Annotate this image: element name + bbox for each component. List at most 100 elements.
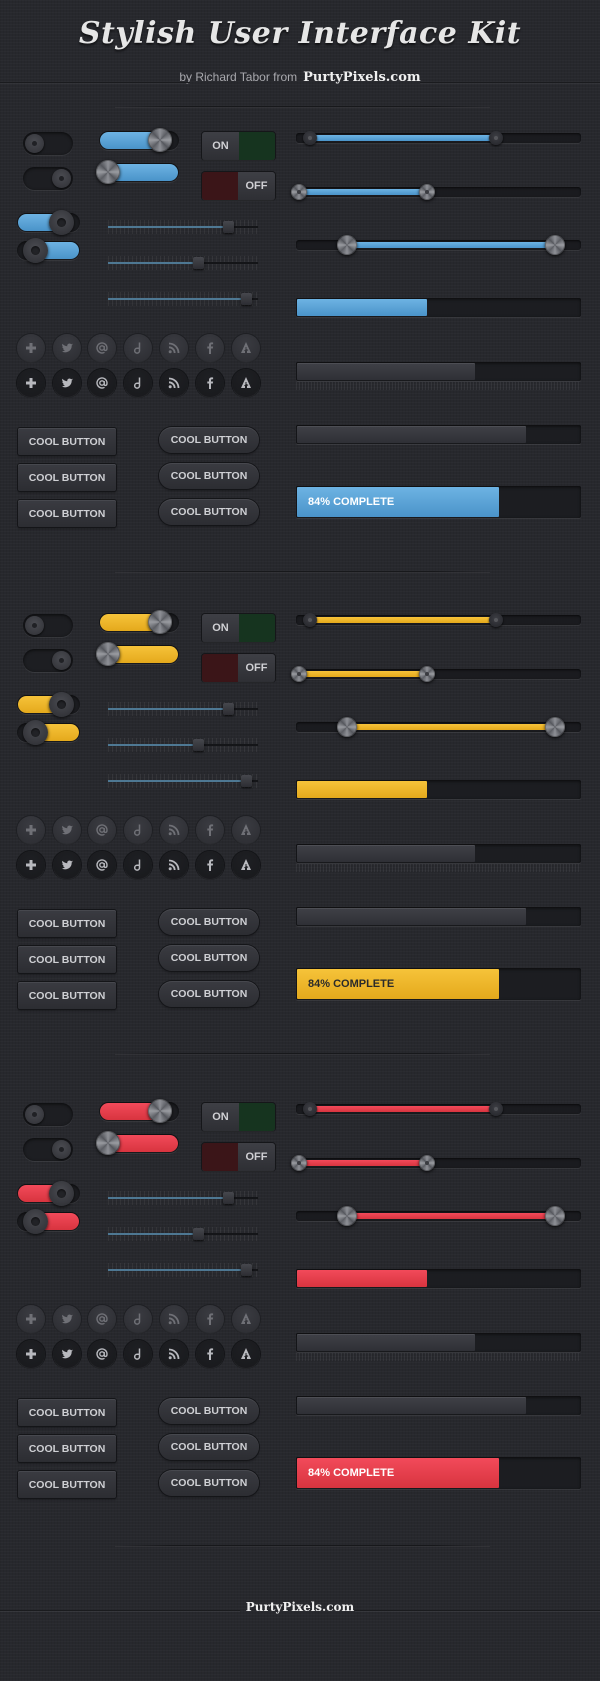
knob-toggle-blue[interactable] [99, 128, 179, 152]
toggle-switch[interactable] [23, 132, 73, 155]
metal-knob[interactable] [96, 642, 120, 666]
cool-button-square[interactable]: COOL BUTTON [18, 946, 116, 973]
rss-button[interactable] [160, 1305, 188, 1333]
color-toggle-red[interactable] [17, 1209, 80, 1234]
cool-button-square[interactable]: COOL BUTTON [18, 428, 116, 455]
toggle-knob[interactable] [25, 616, 44, 635]
cool-button-pill[interactable]: COOL BUTTON [159, 909, 259, 935]
range-handle-low[interactable] [291, 184, 307, 200]
range-slider-blue[interactable] [291, 184, 581, 200]
cool-button-pill[interactable]: COOL BUTTON [159, 427, 259, 453]
range-handle-high[interactable] [419, 666, 435, 682]
off-switch[interactable]: OFF [202, 654, 275, 682]
rss-button[interactable] [160, 851, 188, 879]
toggle-switch[interactable] [23, 1138, 73, 1161]
tick-slider[interactable] [108, 1263, 258, 1277]
at-button[interactable] [88, 851, 116, 879]
color-toggle-yellow[interactable] [17, 720, 80, 745]
range-handle-high[interactable] [489, 613, 503, 627]
toggle-knob[interactable] [23, 720, 48, 745]
toggle-switch[interactable] [23, 1103, 73, 1126]
twitter-button[interactable] [53, 1340, 81, 1368]
facebook-button[interactable] [196, 1305, 224, 1333]
on-switch[interactable]: ON [202, 1103, 275, 1131]
range-handle-low[interactable] [303, 1102, 317, 1116]
at-button[interactable] [88, 1340, 116, 1368]
knob-toggle-yellow[interactable] [99, 610, 179, 634]
range-handle-low[interactable] [337, 717, 357, 737]
knob-toggle-red[interactable] [99, 1099, 179, 1123]
twitter-button[interactable] [53, 816, 81, 844]
metal-knob[interactable] [96, 160, 120, 184]
at-button[interactable] [88, 369, 116, 397]
range-handle-high[interactable] [545, 1206, 565, 1226]
range-handle-low[interactable] [303, 613, 317, 627]
rss-button[interactable] [160, 816, 188, 844]
slider-thumb[interactable] [241, 293, 252, 305]
range-slider-red[interactable] [296, 1102, 581, 1116]
color-toggle-yellow[interactable] [17, 692, 80, 717]
slider-thumb[interactable] [241, 1264, 252, 1276]
at-button[interactable] [88, 816, 116, 844]
delicious-button[interactable] [124, 369, 152, 397]
toggle-knob[interactable] [49, 210, 74, 235]
forrst-button[interactable] [232, 851, 260, 879]
slider-thumb[interactable] [241, 775, 252, 787]
on-switch[interactable]: ON [202, 614, 275, 642]
range-slider-blue[interactable] [296, 235, 581, 255]
range-handle-low[interactable] [337, 235, 357, 255]
footer-brand[interactable]: PurtyPixels.com [0, 1600, 600, 1614]
twitter-button[interactable] [53, 1305, 81, 1333]
toggle-knob[interactable] [49, 692, 74, 717]
color-toggle-blue[interactable] [17, 238, 80, 263]
toggle-switch[interactable] [23, 649, 73, 672]
cool-button-pill[interactable]: COOL BUTTON [159, 945, 259, 971]
forrst-button[interactable] [232, 334, 260, 362]
range-slider-red[interactable] [296, 1206, 581, 1226]
plus-button[interactable] [17, 816, 45, 844]
knob-toggle-blue[interactable] [96, 160, 179, 184]
slider-thumb[interactable] [223, 221, 234, 233]
knob-toggle-red[interactable] [96, 1131, 179, 1155]
facebook-button[interactable] [196, 1340, 224, 1368]
cool-button-pill[interactable]: COOL BUTTON [159, 1470, 259, 1496]
toggle-knob[interactable] [52, 651, 71, 670]
tick-slider[interactable] [108, 774, 258, 788]
range-slider-yellow[interactable] [291, 666, 581, 682]
cool-button-pill[interactable]: COOL BUTTON [159, 1434, 259, 1460]
off-switch[interactable]: OFF [202, 172, 275, 200]
knob-toggle-yellow[interactable] [96, 642, 179, 666]
metal-knob[interactable] [148, 1099, 172, 1123]
at-button[interactable] [88, 334, 116, 362]
delicious-button[interactable] [124, 1305, 152, 1333]
range-slider-blue[interactable] [296, 131, 581, 145]
slider-thumb[interactable] [223, 1192, 234, 1204]
slider-thumb[interactable] [193, 739, 204, 751]
toggle-switch[interactable] [23, 614, 73, 637]
tick-slider[interactable] [108, 738, 258, 752]
color-toggle-blue[interactable] [17, 210, 80, 235]
plus-button[interactable] [17, 1340, 45, 1368]
twitter-button[interactable] [53, 369, 81, 397]
metal-knob[interactable] [96, 1131, 120, 1155]
toggle-knob[interactable] [52, 1140, 71, 1159]
rss-button[interactable] [160, 334, 188, 362]
delicious-button[interactable] [124, 334, 152, 362]
plus-button[interactable] [17, 334, 45, 362]
tick-slider[interactable] [108, 1227, 258, 1241]
rss-button[interactable] [160, 369, 188, 397]
twitter-button[interactable] [53, 851, 81, 879]
delicious-button[interactable] [124, 1340, 152, 1368]
toggle-knob[interactable] [23, 1209, 48, 1234]
off-switch[interactable]: OFF [202, 1143, 275, 1171]
range-handle-low[interactable] [303, 131, 317, 145]
toggle-knob[interactable] [25, 134, 44, 153]
facebook-button[interactable] [196, 816, 224, 844]
range-handle-high[interactable] [545, 235, 565, 255]
forrst-button[interactable] [232, 369, 260, 397]
cool-button-square[interactable]: COOL BUTTON [18, 910, 116, 937]
plus-button[interactable] [17, 851, 45, 879]
twitter-button[interactable] [53, 334, 81, 362]
tick-slider[interactable] [108, 292, 258, 306]
at-button[interactable] [88, 1305, 116, 1333]
